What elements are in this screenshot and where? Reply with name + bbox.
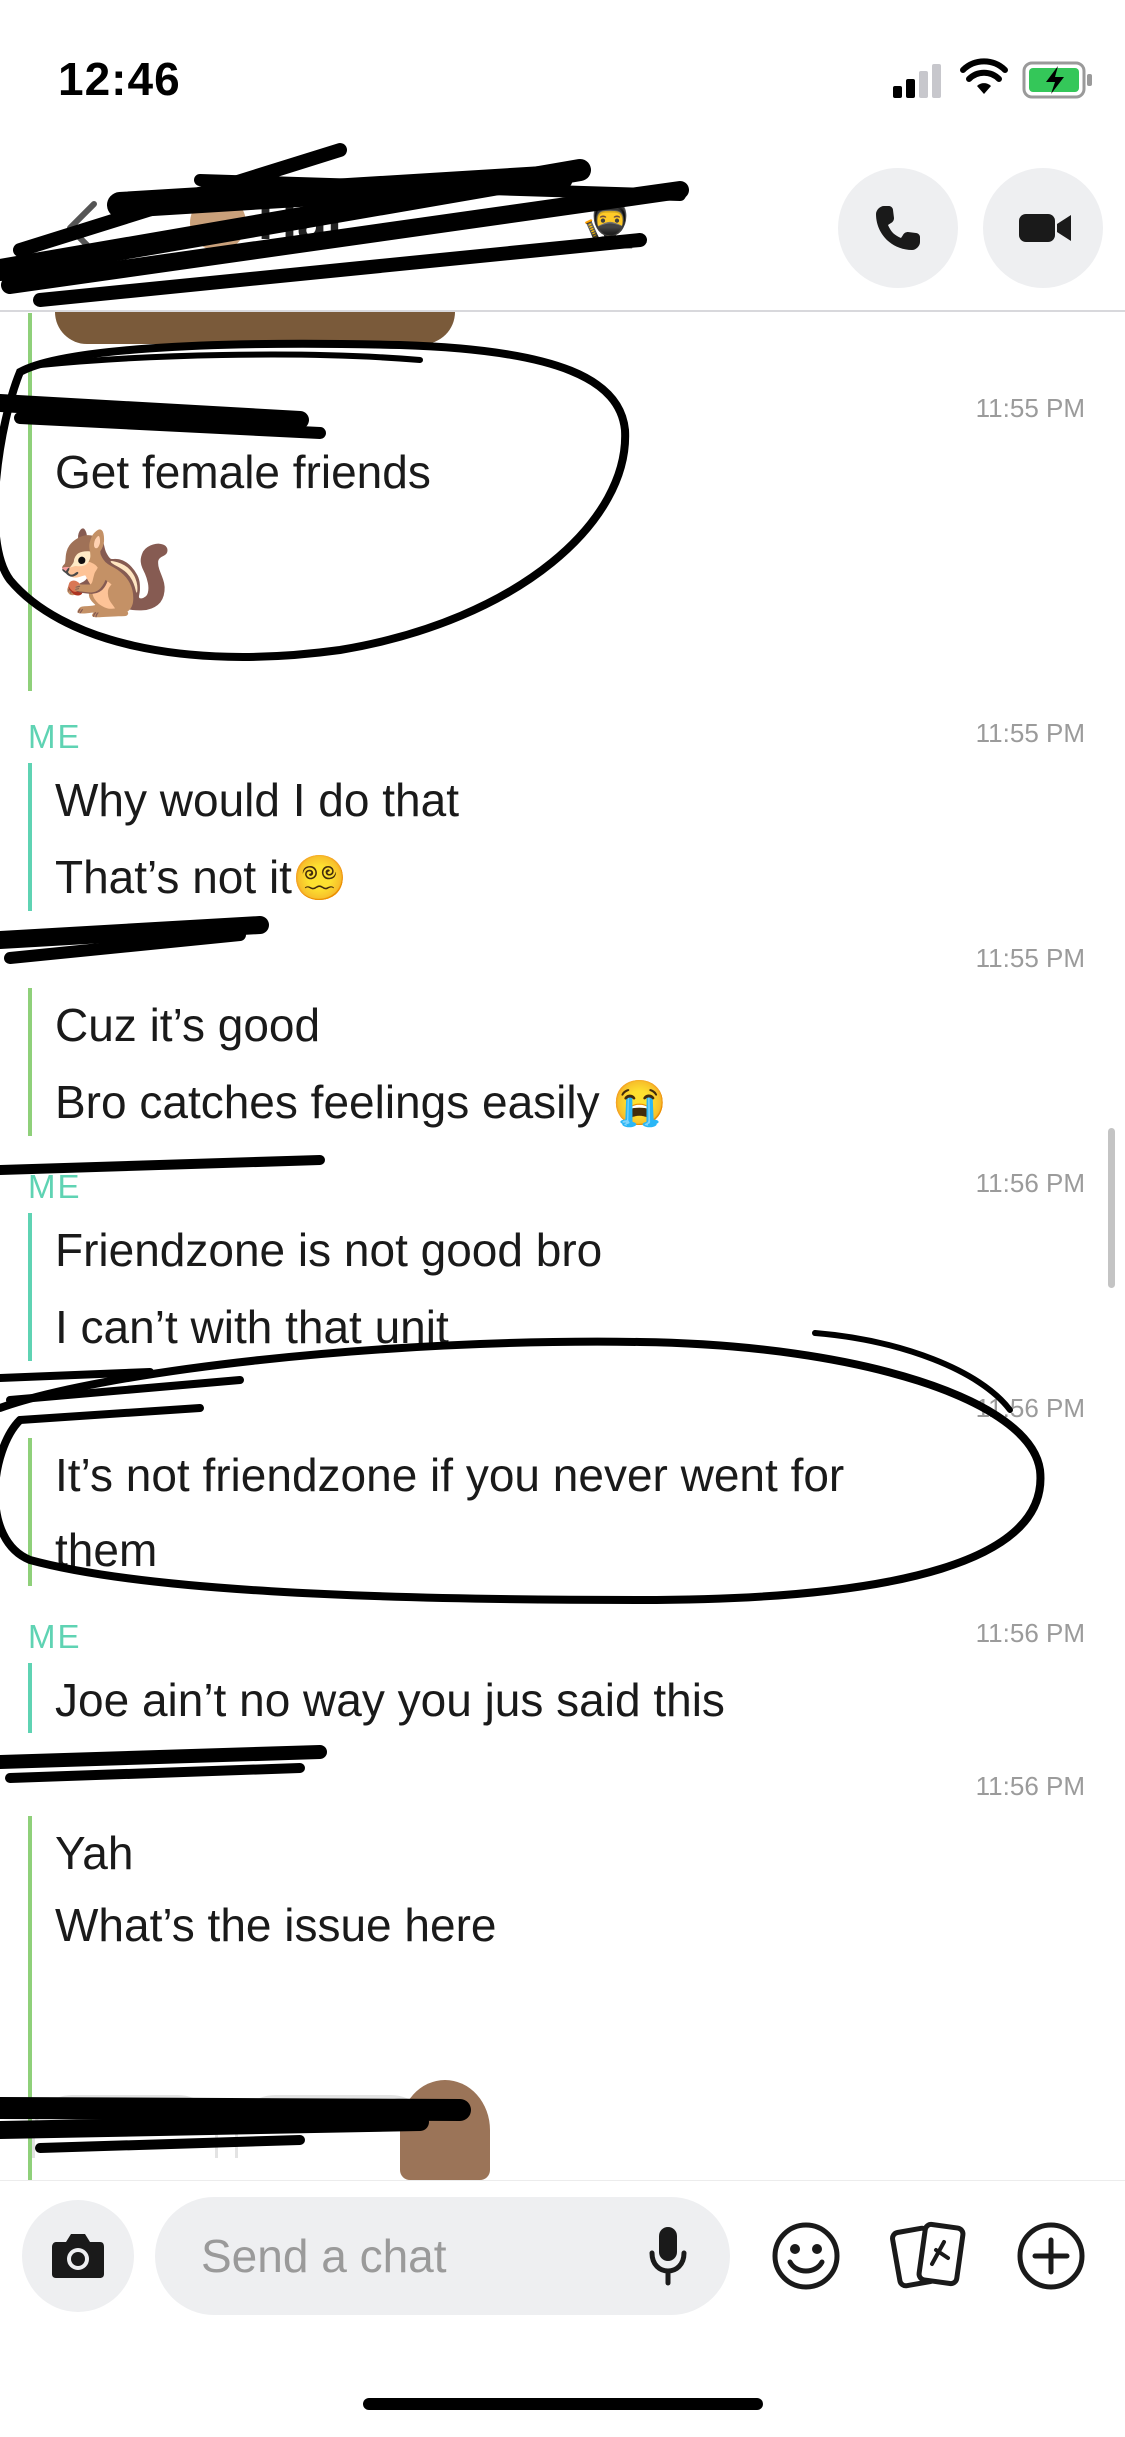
message-text[interactable]: Cuz it’s good bbox=[55, 998, 320, 1052]
cards-icon[interactable] bbox=[890, 2220, 966, 2292]
message-text[interactable]: them bbox=[55, 1523, 157, 1577]
friend-avatar[interactable] bbox=[190, 195, 246, 251]
back-icon[interactable] bbox=[62, 198, 102, 258]
friend-name[interactable]: Hal bbox=[258, 190, 342, 252]
message-time: 11:55 PM bbox=[975, 718, 1085, 748]
message-text[interactable]: What’s the issue here bbox=[55, 1898, 497, 1952]
status-time: 12:46 bbox=[58, 53, 181, 105]
camera-icon bbox=[52, 2234, 104, 2278]
message-text[interactable]: It’s not friendzone if you never went fo… bbox=[55, 1448, 844, 1502]
sender-label: ME bbox=[28, 718, 82, 755]
message-text[interactable]: Bro catches feelings easily 😭 bbox=[55, 1075, 667, 1129]
message-time: 11:55 PM bbox=[975, 393, 1085, 423]
message-text[interactable]: That’s not it😵‍💫 bbox=[55, 850, 347, 904]
mic-icon[interactable] bbox=[648, 2225, 688, 2287]
chat-input[interactable] bbox=[155, 2197, 730, 2315]
sender-bar bbox=[28, 1663, 32, 1733]
signal-icon bbox=[893, 62, 943, 98]
sender-bar bbox=[28, 1438, 32, 1586]
message-time: 11:55 PM bbox=[975, 943, 1085, 973]
battery-charging-icon bbox=[1022, 61, 1092, 99]
message-text[interactable]: Yah bbox=[55, 1826, 133, 1880]
call-button[interactable] bbox=[838, 168, 958, 288]
sender-bar bbox=[28, 763, 32, 911]
message-text[interactable]: Joe ain’t no way you jus said this bbox=[55, 1673, 725, 1727]
sticker-image[interactable] bbox=[400, 2080, 490, 2180]
message-time: 11:56 PM bbox=[975, 1168, 1085, 1198]
sender-label: ME bbox=[28, 1168, 82, 1205]
video-call-button[interactable] bbox=[983, 168, 1103, 288]
sender-bar bbox=[28, 988, 32, 1136]
dizzy-face-emoji: 😵‍💫 bbox=[291, 854, 347, 903]
sender-bar bbox=[28, 1213, 32, 1361]
message-text[interactable]: Why would I do that bbox=[55, 773, 459, 827]
message-text[interactable]: I can’t with that unit bbox=[55, 1300, 449, 1354]
sender-label: ME bbox=[28, 1618, 82, 1655]
chipmunk-emoji[interactable]: 🐿️ bbox=[55, 513, 175, 625]
video-icon bbox=[1019, 214, 1071, 242]
smile-icon[interactable] bbox=[770, 2220, 842, 2292]
scrollbar[interactable] bbox=[1108, 1128, 1115, 1288]
crying-face-emoji: 😭 bbox=[612, 1079, 668, 1128]
home-indicator[interactable] bbox=[363, 2398, 763, 2410]
message-text[interactable]: Friendzone is not good bro bbox=[55, 1223, 602, 1277]
message-time: 11:56 PM bbox=[975, 1618, 1085, 1648]
message-text[interactable]: Get female friends bbox=[55, 445, 431, 499]
message-time: 11:56 PM bbox=[975, 1771, 1085, 1801]
phone-icon bbox=[876, 206, 920, 250]
ninja-emoji-icon: 🥷 bbox=[580, 197, 638, 249]
camera-button[interactable] bbox=[22, 2200, 134, 2312]
sender-bar bbox=[28, 313, 32, 691]
redaction-marks bbox=[0, 143, 1045, 2153]
shared-media-thumbnail[interactable] bbox=[32, 2095, 218, 2158]
plus-icon[interactable] bbox=[1015, 2220, 1087, 2292]
message-text-part: Bro catches feelings easily bbox=[55, 1076, 600, 1128]
wifi-icon bbox=[960, 58, 1008, 94]
message-time: 11:56 PM bbox=[975, 1393, 1085, 1423]
shared-image[interactable] bbox=[55, 312, 455, 344]
status-bar: 12:46 bbox=[0, 0, 1125, 150]
message-text-part: That’s not it bbox=[55, 851, 292, 903]
